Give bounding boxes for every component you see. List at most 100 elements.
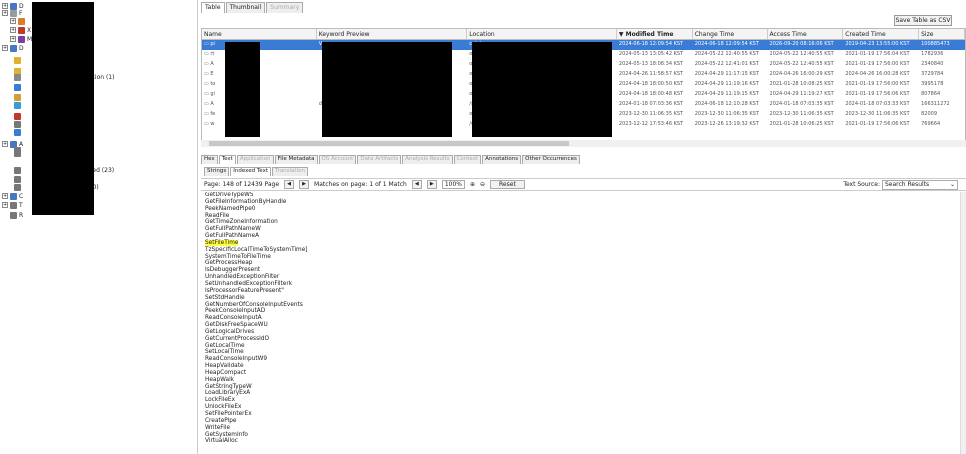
table-cell: 2024-05-22 12:40:55 KST xyxy=(694,51,759,57)
tree-node[interactable]: + xyxy=(10,17,27,25)
column-header[interactable]: Keyword Preview xyxy=(317,29,468,39)
tab-other-occurrences[interactable]: Other Occurrences xyxy=(522,155,580,164)
text-line: SetUnhandledExceptionFilterk xyxy=(205,280,293,287)
node-icon xyxy=(14,56,21,64)
table-cell: 2024-04-26 11:58:57 KST xyxy=(618,71,684,77)
column-header[interactable]: Name xyxy=(202,29,317,39)
table-cell: 2024-01-18 07:03:33 KST xyxy=(845,101,910,107)
expand-toggle-icon[interactable]: + xyxy=(2,45,8,51)
zoom-field[interactable]: 100% xyxy=(441,180,465,189)
text-line: GetDriveTypeW5 xyxy=(205,192,254,198)
tab-translation[interactable]: Translation xyxy=(272,167,308,176)
column-header[interactable]: Created Time xyxy=(843,29,920,39)
text-line: SystemTimeToFileTime xyxy=(205,253,271,260)
tab-indexed-text[interactable]: Indexed Text xyxy=(230,167,271,176)
tab-strings[interactable]: Strings xyxy=(204,167,230,176)
node-icon xyxy=(14,101,21,109)
node-icon xyxy=(10,201,17,209)
table-cell: 2024-04-18 18:00:48 KST xyxy=(618,91,684,97)
directory-tree: +D+F++X+ME+D(8)ormation (1)7)(27)+A(1)et… xyxy=(0,0,198,454)
node-icon xyxy=(18,26,25,34)
table-cell: 2021-01-19 17:56:04 KST xyxy=(845,51,910,57)
column-header[interactable]: Access Time xyxy=(768,29,844,39)
zoom-in-icon[interactable]: ⊕ xyxy=(470,181,475,188)
expand-toggle-icon[interactable]: + xyxy=(2,193,8,199)
tab-analysis-results[interactable]: Analysis Results xyxy=(402,155,453,164)
table-cell: 2023-12-30 11:06:35 KST xyxy=(694,111,759,117)
expand-toggle-icon[interactable]: + xyxy=(2,10,8,16)
text-line: GetFileInformationByHandle xyxy=(205,198,287,205)
tab-table[interactable]: Table xyxy=(201,2,225,13)
text-line: UnhandledExceptionFilter xyxy=(205,274,280,281)
table-cell: 2024-05-22 12:40:55 KST xyxy=(769,61,834,67)
tree-node[interactable]: + X xyxy=(10,26,31,34)
tree-node[interactable]: + D xyxy=(2,44,24,52)
expand-toggle-icon[interactable]: + xyxy=(2,141,8,147)
tree-node[interactable]: + C xyxy=(2,192,23,200)
table-cell: 2024-01-18 07:03:35 KST xyxy=(769,101,834,107)
expand-toggle-icon[interactable]: + xyxy=(10,27,16,33)
tab-text[interactable]: Text xyxy=(218,155,236,164)
text-line: LoadLibraryExA xyxy=(205,390,251,397)
page-indicator: Page: 148 of 12439 Page xyxy=(204,181,280,188)
table-cell: 2024-05-13 13:05:42 KST xyxy=(618,51,684,57)
table-cell: 2021-01-19 17:56:00 KST xyxy=(845,81,910,87)
prev-match-icon[interactable]: ◀ xyxy=(411,180,422,189)
table-horizontal-scrollbar[interactable] xyxy=(201,140,966,147)
tree-node[interactable]: + T xyxy=(2,201,23,209)
table-cell: 100885473 xyxy=(919,40,965,50)
text-line: SetFileTime xyxy=(205,239,966,247)
text-vertical-scrollbar[interactable] xyxy=(960,192,966,454)
text-line: IsDebuggerPresent xyxy=(205,267,261,274)
next-match-icon[interactable]: ▶ xyxy=(426,180,437,189)
node-icon xyxy=(14,183,21,191)
text-source-select[interactable]: Search Results ⌄ xyxy=(882,180,958,190)
column-header[interactable]: Size xyxy=(919,29,965,39)
text-line: HeapCompact xyxy=(205,369,247,376)
tree-node[interactable]: + F xyxy=(2,9,22,17)
text-line: GetTimeZoneInformation xyxy=(205,219,278,226)
tab-hex[interactable]: Hex xyxy=(201,155,218,164)
tab-thumbnail[interactable]: Thumbnail xyxy=(225,2,266,13)
text-line: UnlockFileEx xyxy=(205,404,242,411)
expand-toggle-icon[interactable]: + xyxy=(2,202,8,208)
next-page-icon[interactable]: ▶ xyxy=(299,180,310,189)
node-icon xyxy=(14,93,21,101)
zoom-out-icon[interactable]: ⊖ xyxy=(480,181,485,188)
scroll-thumb[interactable] xyxy=(209,141,569,146)
reset-button[interactable]: Reset xyxy=(490,180,525,189)
prev-page-icon[interactable]: ◀ xyxy=(284,180,295,189)
text-line: HeapWalk xyxy=(205,376,235,383)
redaction-block xyxy=(322,42,452,137)
tab-file-metadata[interactable]: File Metadata xyxy=(274,155,318,164)
tab-os-account[interactable]: OS Account xyxy=(318,155,357,164)
tab-data-artifacts[interactable]: Data Artifacts xyxy=(357,155,402,164)
table-cell: 2021-01-19 17:56:00 KST xyxy=(845,61,910,67)
column-header[interactable]: Change Time xyxy=(693,29,768,39)
column-header[interactable]: ▼ Modified Time xyxy=(617,29,693,39)
expand-toggle-icon[interactable]: + xyxy=(10,36,16,42)
save-csv-button[interactable]: Save Table as CSV xyxy=(894,15,952,26)
expand-toggle-icon[interactable]: + xyxy=(10,18,16,24)
redaction-block xyxy=(225,42,260,137)
table-cell: 2024-04-29 11:19:15 KST xyxy=(694,91,759,97)
text-line: ReadConsoleInputW9 xyxy=(205,356,268,363)
table-cell: 2023-12-26 13:19:32 KST xyxy=(694,121,759,127)
tab-summary[interactable]: Summary xyxy=(266,2,304,13)
table-cell: 2026-09-20 08:16:06 KST xyxy=(767,40,844,50)
tab-application[interactable]: Application xyxy=(236,155,274,164)
node-icon xyxy=(18,35,25,43)
indexed-text-content[interactable]: GetDriveTypeW5 GetFileInformationByHandle… xyxy=(201,192,966,454)
column-header[interactable]: Location xyxy=(467,29,617,39)
text-line: SetFilePointerEx xyxy=(205,411,252,417)
text-line: ReadConsoleInputA xyxy=(205,315,262,322)
text-line: TzSpecificLocalTimeToSystemTime] xyxy=(205,246,308,253)
tree-node[interactable]: R xyxy=(10,211,23,219)
tab-annotations[interactable]: Annotations xyxy=(482,155,522,164)
tab-context[interactable]: Context xyxy=(453,155,482,164)
node-icon xyxy=(14,112,21,120)
text-line: VirtualAlloc xyxy=(205,438,238,445)
table-cell: 2024-06-18 12:09:54 KST xyxy=(616,40,693,50)
table-cell: 82009 xyxy=(921,111,938,117)
node-icon xyxy=(14,175,21,183)
